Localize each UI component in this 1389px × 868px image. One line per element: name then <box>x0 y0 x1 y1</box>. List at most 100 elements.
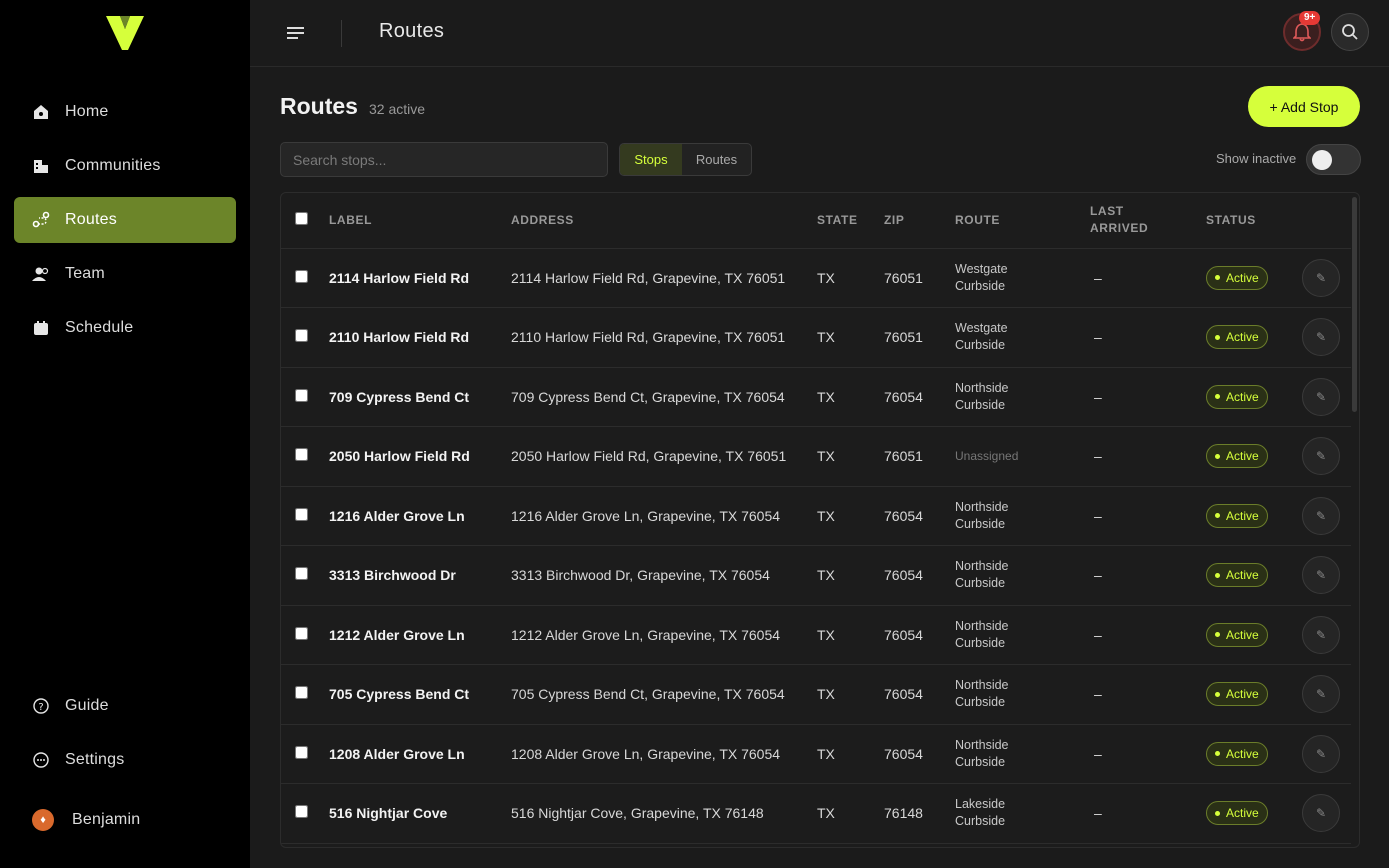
pencil-icon: ✎ <box>1315 746 1327 761</box>
edit-button[interactable]: ✎ <box>1302 794 1340 833</box>
stop-label[interactable]: 516 Nightjar Cove <box>329 783 511 844</box>
stop-route: Northside Curbside <box>955 605 1090 665</box>
sidebar-item-settings[interactable]: Settings <box>14 737 236 783</box>
status-badge: Active <box>1206 682 1268 707</box>
col-route[interactable]: ROUTE <box>955 193 1090 249</box>
table-row[interactable]: 2114 Harlow Field Rd 2114 Harlow Field Rd… <box>281 248 1351 308</box>
search-button[interactable] <box>1331 13 1369 51</box>
col-label[interactable]: LABEL <box>329 193 511 249</box>
status-dot-icon <box>1215 394 1220 400</box>
search-icon <box>1342 24 1358 40</box>
brand-logo[interactable] <box>106 16 144 50</box>
sidebar-item-schedule[interactable]: Schedule <box>14 305 236 351</box>
sidebar-item-guide[interactable]: ? Guide <box>14 683 236 729</box>
stop-label[interactable]: 709 Cypress Bend Ct <box>329 367 511 427</box>
edit-button[interactable]: ✎ <box>1302 734 1340 773</box>
show-inactive-toggle[interactable] <box>1306 144 1361 175</box>
stop-zip: 76054 <box>884 664 955 725</box>
pencil-icon: ✎ <box>1315 449 1327 464</box>
stop-address: 1216 Alder Grove Ln, Grapevine, TX 76054 <box>511 486 817 546</box>
row-checkbox[interactable] <box>295 388 308 402</box>
stop-address: 3313 Birchwood Dr, Grapevine, TX 76054 <box>511 545 817 606</box>
row-checkbox[interactable] <box>295 686 308 700</box>
tab-routes[interactable]: Routes <box>682 144 751 175</box>
stop-last-arrived: – <box>1090 248 1206 308</box>
section-title: Routes <box>280 93 358 119</box>
table-row[interactable]: 709 Cypress Bend Ct 709 Cypress Bend Ct, … <box>281 367 1351 427</box>
row-checkbox[interactable] <box>295 626 308 640</box>
table-row[interactable]: 1208 Alder Grove Ln 1208 Alder Grove Ln, … <box>281 724 1351 784</box>
sidebar-item-routes[interactable]: Routes <box>14 197 236 243</box>
active-count: 32 active <box>369 101 426 117</box>
status-dot-icon <box>1215 572 1220 578</box>
search-input[interactable] <box>280 142 608 177</box>
stop-state: TX <box>817 426 884 487</box>
stop-label[interactable]: 2050 Harlow Field Rd <box>329 426 511 487</box>
stop-zip: 76051 <box>884 426 955 487</box>
stop-label[interactable]: 1208 Alder Grove Ln <box>329 724 511 784</box>
stop-label[interactable]: 1216 Alder Grove Ln <box>329 486 511 546</box>
edit-button[interactable]: ✎ <box>1302 318 1340 357</box>
stop-label[interactable]: 2110 Harlow Field Rd <box>329 307 511 368</box>
stop-label[interactable]: 705 Cypress Bend Ct <box>329 664 511 725</box>
col-status[interactable]: STATUS <box>1206 193 1302 249</box>
row-checkbox[interactable] <box>295 269 308 283</box>
col-address[interactable]: ADDRESS <box>511 193 817 249</box>
col-zip[interactable]: ZIP <box>884 193 955 249</box>
col-last-arrived[interactable]: LAST ARRIVED <box>1090 193 1206 249</box>
sidebar-item-team[interactable]: Team <box>14 251 236 297</box>
edit-button[interactable]: ✎ <box>1302 377 1340 416</box>
status-text: Active <box>1226 508 1259 523</box>
table-row[interactable]: 1212 Alder Grove Ln 1212 Alder Grove Ln, … <box>281 605 1351 665</box>
hamburger-icon <box>287 27 304 39</box>
status-text: Active <box>1226 687 1259 702</box>
stop-last-arrived: – <box>1090 486 1206 546</box>
user-profile[interactable]: ♦ Benjamin <box>14 797 236 843</box>
stop-label[interactable]: 1212 Alder Grove Ln <box>329 605 511 665</box>
stop-state: TX <box>817 545 884 606</box>
edit-button[interactable]: ✎ <box>1302 496 1340 535</box>
table-row[interactable]: 1216 Alder Grove Ln 1216 Alder Grove Ln, … <box>281 486 1351 546</box>
row-checkbox[interactable] <box>295 567 308 581</box>
edit-button[interactable]: ✎ <box>1302 258 1340 297</box>
status-text: Active <box>1226 806 1259 821</box>
stop-route: Northside Curbside <box>955 486 1090 546</box>
col-state[interactable]: STATE <box>817 193 884 249</box>
stop-zip: 76051 <box>884 248 955 308</box>
menu-toggle-button[interactable] <box>287 23 305 43</box>
stop-zip: 76054 <box>884 486 955 546</box>
table-row[interactable]: 3313 Birchwood Dr 3313 Birchwood Dr, Grap… <box>281 545 1351 606</box>
edit-button[interactable]: ✎ <box>1302 437 1340 476</box>
table-row[interactable]: 705 Cypress Bend Ct 705 Cypress Bend Ct, … <box>281 664 1351 725</box>
edit-button[interactable]: ✎ <box>1302 556 1340 595</box>
status-text: Active <box>1226 627 1259 642</box>
stop-route: Northside Curbside <box>955 545 1090 606</box>
table-row[interactable]: 516 Nightjar Cove 516 Nightjar Cove, Grap… <box>281 783 1351 844</box>
edit-button[interactable]: ✎ <box>1302 615 1340 654</box>
pencil-icon: ✎ <box>1315 389 1327 404</box>
table-row[interactable]: 2050 Harlow Field Rd 2050 Harlow Field Rd… <box>281 426 1351 487</box>
scrollbar[interactable] <box>1352 197 1357 412</box>
row-checkbox[interactable] <box>295 805 308 819</box>
stops-table: LABEL ADDRESS STATE ZIP ROUTE LAST ARRIV… <box>280 192 1360 848</box>
table-row[interactable]: 2110 Harlow Field Rd 2110 Harlow Field Rd… <box>281 307 1351 368</box>
row-checkbox[interactable] <box>295 448 308 462</box>
tab-stops[interactable]: Stops <box>620 144 682 175</box>
status-badge: Active <box>1206 265 1268 290</box>
sidebar-item-communities[interactable]: Communities <box>14 143 236 189</box>
row-checkbox[interactable] <box>295 329 308 343</box>
stop-zip: 76054 <box>884 724 955 784</box>
stop-last-arrived: – <box>1090 426 1206 487</box>
row-checkbox[interactable] <box>295 507 308 521</box>
stop-address: 705 Cypress Bend Ct, Grapevine, TX 76054 <box>511 664 817 725</box>
view-toggle: Stops Routes <box>619 143 752 176</box>
status-dot-icon <box>1215 453 1220 459</box>
stop-label[interactable]: 3313 Birchwood Dr <box>329 545 511 606</box>
sidebar-item-home[interactable]: Home <box>14 89 236 135</box>
add-stop-button[interactable]: + Add Stop <box>1248 86 1360 127</box>
edit-button[interactable]: ✎ <box>1302 675 1340 714</box>
stop-label[interactable]: 2114 Harlow Field Rd <box>329 248 511 308</box>
row-checkbox[interactable] <box>295 745 308 759</box>
select-all-checkbox[interactable] <box>295 212 308 226</box>
status-badge: Active <box>1206 503 1268 528</box>
